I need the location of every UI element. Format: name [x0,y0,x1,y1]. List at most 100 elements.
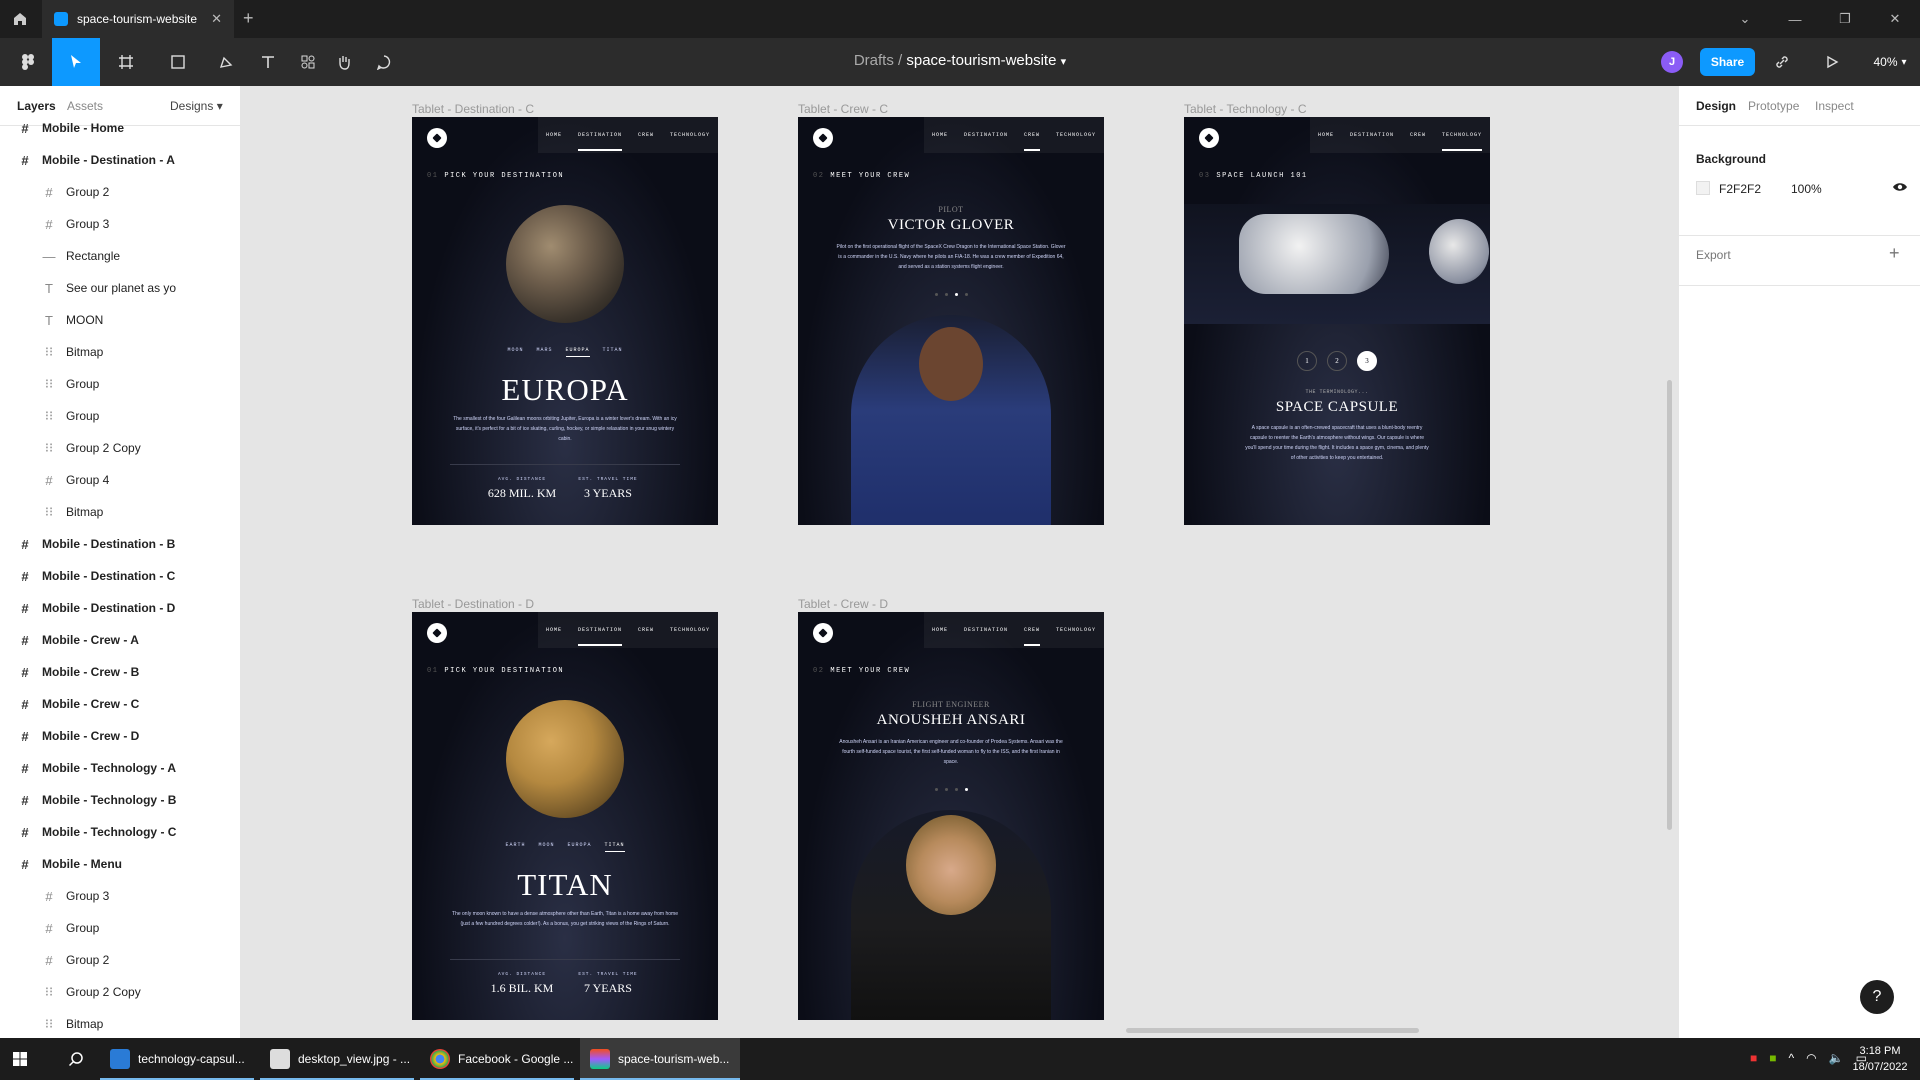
file-name[interactable]: space-tourism-website [906,52,1056,69]
frame-label[interactable]: Tablet - Destination - C [412,102,534,116]
restore-icon[interactable]: ❐ [1820,0,1870,38]
zoom-level: 40% [1873,55,1898,69]
nvidia-icon[interactable]: ■ [1769,1051,1776,1065]
planet-tab: MOON [507,347,524,353]
new-tab-icon[interactable]: + [243,9,254,27]
layer-row[interactable]: # Mobile - Crew - A [0,624,240,656]
layer-row[interactable]: ⁝⁝ Bitmap [0,496,240,528]
layer-label: Group 4 [66,473,110,487]
share-button[interactable]: Share [1700,48,1755,76]
frame-technology-c[interactable]: HOME DESTINATION CREW TECHNOLOGY 03 SPACE… [1184,117,1490,525]
taskbar-app-chrome[interactable]: Facebook - Google ... [420,1038,574,1080]
group-layer-icon: ⁝⁝ [44,344,54,359]
wifi-icon[interactable]: ◠ [1806,1051,1816,1065]
zoom-menu[interactable]: 40% ▾ [1862,38,1918,86]
layer-row[interactable]: # Mobile - Technology - C [0,816,240,848]
windows-start-icon[interactable] [0,1038,40,1080]
stat-travel-time: EST. TRAVEL TIME 3 YEARS [548,477,668,501]
layer-row[interactable]: # Mobile - Menu [0,848,240,880]
layer-row[interactable]: # Mobile - Technology - A [0,752,240,784]
layer-row[interactable]: T MOON [0,304,240,336]
nav-home: HOME [931,132,948,138]
layer-row[interactable]: # Group 2 [0,944,240,976]
chevron-down-icon[interactable]: ▾ [1061,56,1067,68]
frame-crew-d[interactable]: HOME DESTINATION CREW TECHNOLOGY 02 MEET … [798,612,1104,1020]
layer-row[interactable]: # Group 2 [0,176,240,208]
frame-crew-c[interactable]: HOME DESTINATION CREW TECHNOLOGY 02 MEET … [798,117,1104,525]
pagination-dot-active [964,788,968,791]
tab-design[interactable]: Design [1696,99,1736,113]
link-icon[interactable] [1762,38,1802,86]
layer-row[interactable]: ⁝⁝ Bitmap [0,1008,240,1038]
frame-label[interactable]: Tablet - Crew - C [798,102,888,116]
add-export-icon[interactable]: + [1889,243,1900,264]
chevron-up-icon[interactable]: ^ [1789,1051,1795,1065]
frame-label[interactable]: Tablet - Crew - D [798,597,888,611]
layer-row[interactable]: # Mobile - Home [0,112,240,144]
frame-label[interactable]: Tablet - Technology - C [1184,102,1307,116]
layer-row[interactable]: # Group 3 [0,208,240,240]
frame-destination-d[interactable]: HOME DESTINATION CREW TECHNOLOGY 01 PICK … [412,612,718,1020]
layer-row[interactable]: T See our planet as yo [0,272,240,304]
background-hex[interactable]: F2F2F2 [1719,182,1761,196]
layer-label: Group 2 [66,953,110,967]
tray-app-icon[interactable]: ■ [1750,1051,1757,1065]
layer-row[interactable]: # Mobile - Destination - B [0,528,240,560]
layer-row[interactable]: ⁝⁝ Group 2 Copy [0,432,240,464]
vertical-scrollbar[interactable] [1667,380,1672,830]
layer-row[interactable]: ⁝⁝ Group [0,400,240,432]
taskbar-app-photos[interactable]: desktop_view.jpg - ... [260,1038,414,1080]
layer-list: # Mobile - Home # Mobile - Destination - A #… [0,112,240,1038]
layer-row[interactable]: — Rectangle [0,240,240,272]
layer-row[interactable]: # Mobile - Destination - A [0,144,240,176]
layer-row[interactable]: ⁝⁝ Group 2 Copy [0,976,240,1008]
layer-row[interactable]: # Mobile - Crew - D [0,720,240,752]
help-button[interactable]: ? [1860,980,1894,1014]
home-icon[interactable] [0,0,40,38]
frame-layer-icon: # [21,696,29,712]
layer-row[interactable]: # Mobile - Technology - B [0,784,240,816]
eyebrow-text: SPACE LAUNCH 101 [1216,172,1308,180]
tab-layers[interactable]: Layers [17,99,56,113]
volume-icon[interactable]: 🔈 [1829,1051,1844,1065]
layer-row[interactable]: # Group 4 [0,464,240,496]
tab-prototype[interactable]: Prototype [1748,99,1799,113]
background-opacity[interactable]: 100% [1791,182,1822,196]
horizontal-scrollbar[interactable] [1126,1028,1419,1033]
taskbar-app-vscode[interactable]: technology-capsul... [100,1038,254,1080]
close-window-icon[interactable]: ✕ [1870,0,1920,38]
frame-destination-c[interactable]: HOME DESTINATION CREW TECHNOLOGY 01 PICK … [412,117,718,525]
logo-icon [813,128,833,148]
layer-row[interactable]: # Mobile - Crew - B [0,656,240,688]
breadcrumb-team[interactable]: Drafts [854,52,894,69]
layer-row[interactable]: # Mobile - Destination - C [0,560,240,592]
crew-head [906,815,996,915]
eye-icon[interactable] [1892,180,1908,199]
layer-row[interactable]: ⁝⁝ Bitmap [0,336,240,368]
avatar[interactable]: J [1661,51,1683,73]
layer-row[interactable]: # Mobile - Crew - C [0,688,240,720]
color-swatch[interactable] [1696,181,1710,195]
layer-row[interactable]: # Mobile - Destination - D [0,592,240,624]
design-canvas[interactable]: Tablet - Destination - C HOME DESTINATIO… [241,86,1678,1038]
close-tab-icon[interactable]: ✕ [211,11,222,27]
layer-row[interactable]: # Group [0,912,240,944]
frame-label[interactable]: Tablet - Destination - D [412,597,534,611]
file-tab[interactable]: space-tourism-website ✕ [42,0,234,38]
minimize-icon[interactable]: — [1770,0,1820,38]
nav-destination: DESTINATION [577,627,623,646]
search-icon[interactable] [56,1038,96,1080]
clock[interactable]: 3:18 PM 18/07/2022 [1845,1043,1915,1075]
eyebrow-text: PICK YOUR DESTINATION [444,667,565,675]
present-icon[interactable] [1812,38,1852,86]
text-layer-icon: T [45,280,53,296]
layer-label: Mobile - Technology - C [42,825,177,839]
pages-dropdown[interactable]: Designs ▾ [170,99,223,113]
layer-row[interactable]: ⁝⁝ Group [0,368,240,400]
layer-row[interactable]: # Group 3 [0,880,240,912]
tab-assets[interactable]: Assets [67,99,103,113]
taskbar-app-figma[interactable]: space-tourism-web... [580,1038,740,1080]
tab-inspect[interactable]: Inspect [1815,99,1854,113]
nav-technology: TECHNOLOGY [669,627,710,633]
chevron-down-icon[interactable]: ⌄ [1720,0,1770,38]
